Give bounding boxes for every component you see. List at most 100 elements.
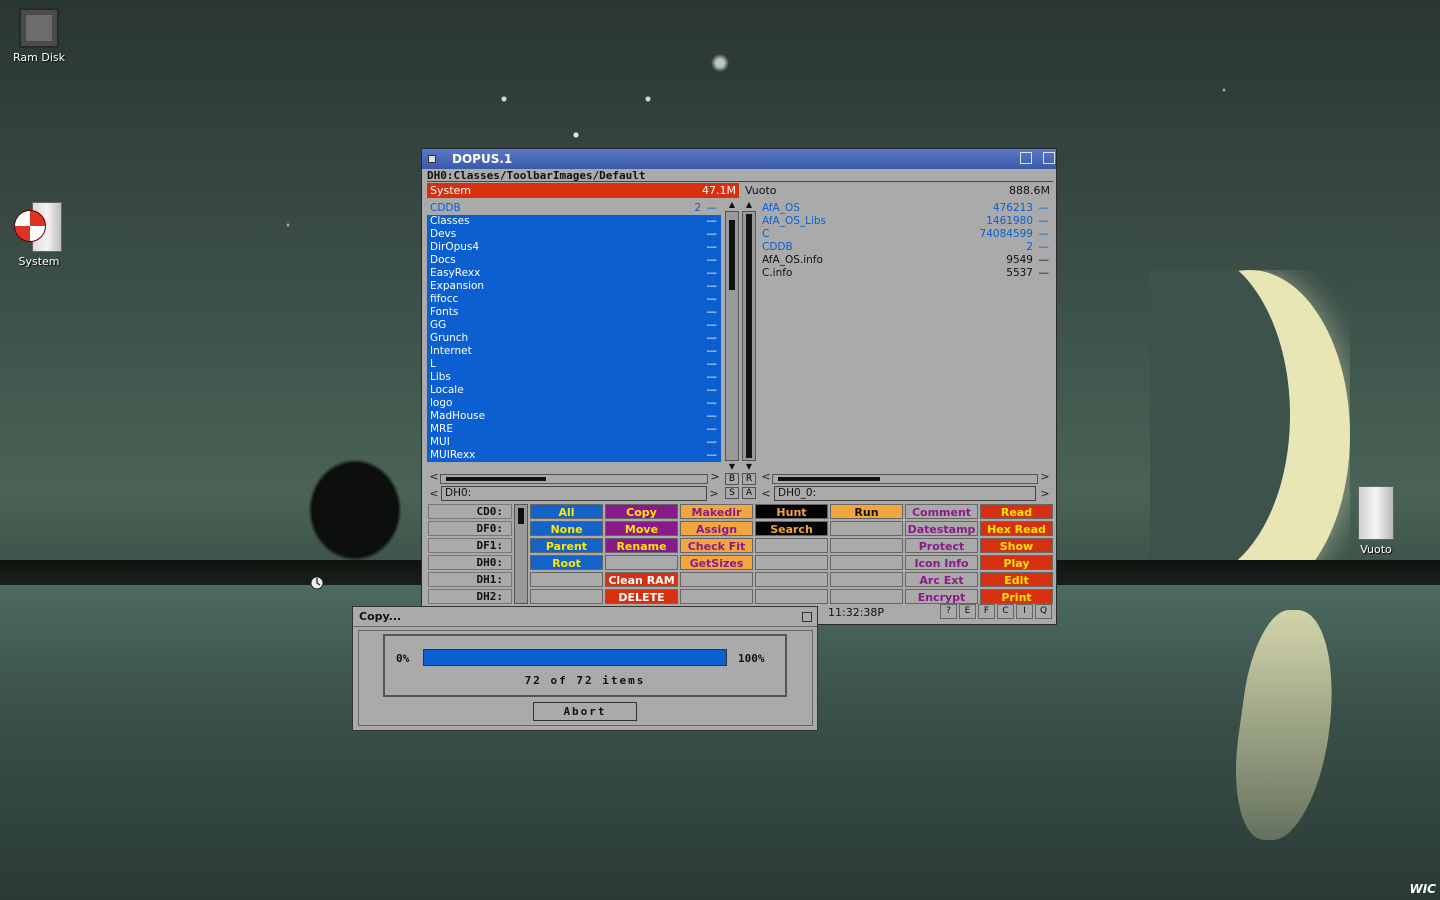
file-list-row[interactable]: EasyRexx —: [427, 267, 721, 280]
empty-button-slot[interactable]: [830, 572, 903, 587]
hunt-button[interactable]: Hunt: [755, 504, 828, 519]
empty-button-slot[interactable]: [680, 572, 753, 587]
empty-button-slot[interactable]: [830, 538, 903, 553]
right-horizontal-scrollbar[interactable]: [772, 474, 1038, 484]
quit-button[interactable]: Q: [1035, 604, 1052, 619]
device-button-df0[interactable]: DF0:: [428, 521, 512, 536]
s-button[interactable]: S: [725, 487, 739, 499]
check-fit-button[interactable]: Check Fit: [680, 538, 753, 553]
left-lister-header[interactable]: System 47.1M: [427, 183, 739, 198]
encrypt-button[interactable]: Encrypt: [905, 589, 978, 604]
clean-ram-button[interactable]: Clean RAM: [605, 572, 678, 587]
left-vertical-scrollbar[interactable]: [725, 211, 739, 461]
file-list-row[interactable]: MUI —: [427, 436, 721, 449]
file-list-row[interactable]: Expansion —: [427, 280, 721, 293]
all-button[interactable]: All: [530, 504, 603, 519]
depth-icon[interactable]: [1020, 152, 1032, 164]
comment-button[interactable]: Comment: [905, 504, 978, 519]
show-button[interactable]: Show: [980, 538, 1053, 553]
file-list-row[interactable]: C.info 5537 —: [759, 267, 1053, 280]
zoom-icon[interactable]: [1043, 152, 1055, 164]
device-button-dh0[interactable]: DH0:: [428, 555, 512, 570]
ram-disk-icon[interactable]: Ram Disk: [10, 8, 68, 64]
right-scroll-up-icon[interactable]: ▲: [742, 200, 756, 210]
file-list-row[interactable]: AfA_OS.info 9549 —: [759, 254, 1053, 267]
empty-button-slot[interactable]: [605, 555, 678, 570]
move-button[interactable]: Move: [605, 521, 678, 536]
file-list-row[interactable]: Classes —: [427, 215, 721, 228]
empty-button-slot[interactable]: [530, 589, 603, 604]
c-button[interactable]: C: [997, 604, 1014, 619]
file-list-row[interactable]: AfA_OS_Libs 1461980 —: [759, 215, 1053, 228]
right-scroll-down-icon[interactable]: ▼: [742, 462, 756, 472]
file-list-row[interactable]: MadHouse —: [427, 410, 721, 423]
right-lister-header[interactable]: Vuoto 888.6M: [742, 183, 1053, 198]
edit-button[interactable]: Edit: [980, 572, 1053, 587]
empty-button-slot[interactable]: [755, 538, 828, 553]
file-list-row[interactable]: Locale —: [427, 384, 721, 397]
getsizes-button[interactable]: GetSizes: [680, 555, 753, 570]
buffer-button[interactable]: B: [725, 473, 739, 485]
left-parent-icon[interactable]: <: [428, 486, 440, 501]
file-list-row[interactable]: GG —: [427, 319, 721, 332]
none-button[interactable]: None: [530, 521, 603, 536]
left-path-field[interactable]: DH0:: [441, 486, 707, 501]
left-file-list[interactable]: CDDB 2— Classes — Devs — DirOpus4— Docs — EasyRex…: [427, 202, 721, 464]
device-button-cd0[interactable]: CD0:: [428, 504, 512, 519]
f-button[interactable]: F: [978, 604, 995, 619]
file-list-row[interactable]: Grunch —: [427, 332, 721, 345]
e-button[interactable]: E: [959, 604, 976, 619]
file-list-row[interactable]: DirOpus4 —: [427, 241, 721, 254]
reread-button[interactable]: R: [742, 473, 756, 485]
file-list-row[interactable]: Devs —: [427, 228, 721, 241]
file-list-row[interactable]: fifocc —: [427, 293, 721, 306]
arc-ext-button[interactable]: Arc Ext: [905, 572, 978, 587]
root-button[interactable]: Root: [530, 555, 603, 570]
empty-button-slot[interactable]: [755, 572, 828, 587]
hex-read-button[interactable]: Hex Read: [980, 521, 1053, 536]
right-parent-icon[interactable]: <: [760, 486, 772, 501]
icon-info-button[interactable]: Icon Info: [905, 555, 978, 570]
play-button[interactable]: Play: [980, 555, 1053, 570]
right-path-go-icon[interactable]: >: [1039, 486, 1051, 501]
makedir-button[interactable]: Makedir: [680, 504, 753, 519]
empty-button-slot[interactable]: [680, 589, 753, 604]
file-list-row[interactable]: CDDB 2 —: [759, 241, 1053, 254]
read-button[interactable]: Read: [980, 504, 1053, 519]
file-list-row[interactable]: L —: [427, 358, 721, 371]
delete-button[interactable]: DELETE: [605, 589, 678, 604]
close-icon[interactable]: [428, 155, 436, 163]
file-list-row[interactable]: Libs —: [427, 371, 721, 384]
a-button[interactable]: A: [742, 487, 756, 499]
device-list-scrollbar[interactable]: [514, 504, 528, 604]
empty-button-slot[interactable]: [830, 555, 903, 570]
left-scroll-down-icon[interactable]: ▼: [725, 462, 739, 472]
empty-button-slot[interactable]: [755, 555, 828, 570]
empty-button-slot[interactable]: [830, 589, 903, 604]
file-list-row[interactable]: Fonts —: [427, 306, 721, 319]
assign-button[interactable]: Assign: [680, 521, 753, 536]
right-hscroll-right-icon[interactable]: >: [1039, 471, 1051, 483]
file-list-row[interactable]: logo —: [427, 397, 721, 410]
file-list-row[interactable]: CDDB 2 —: [427, 202, 721, 215]
left-path-go-icon[interactable]: >: [708, 486, 720, 501]
file-list-row[interactable]: Internet —: [427, 345, 721, 358]
empty-button-slot[interactable]: [530, 572, 603, 587]
right-hscroll-left-icon[interactable]: <: [760, 471, 772, 483]
file-list-row[interactable]: MUIRexx —: [427, 449, 721, 462]
run-button[interactable]: Run: [830, 504, 903, 519]
device-button-df1[interactable]: DF1:: [428, 538, 512, 553]
abort-button[interactable]: Abort: [533, 702, 637, 721]
system-disk-icon[interactable]: System: [8, 200, 70, 268]
protect-button[interactable]: Protect: [905, 538, 978, 553]
parent-button[interactable]: Parent: [530, 538, 603, 553]
left-scroll-up-icon[interactable]: ▲: [725, 200, 739, 210]
i-button[interactable]: I: [1016, 604, 1033, 619]
right-file-list[interactable]: AfA_OS 476213 — AfA_OS_Libs 1461980 — C 7408459…: [759, 202, 1053, 464]
rename-button[interactable]: Rename: [605, 538, 678, 553]
datestamp-button[interactable]: Datestamp: [905, 521, 978, 536]
help-button[interactable]: ?: [940, 604, 957, 619]
print-button[interactable]: Print: [980, 589, 1053, 604]
device-button-dh1[interactable]: DH1:: [428, 572, 512, 587]
file-list-row[interactable]: C 74084599 —: [759, 228, 1053, 241]
